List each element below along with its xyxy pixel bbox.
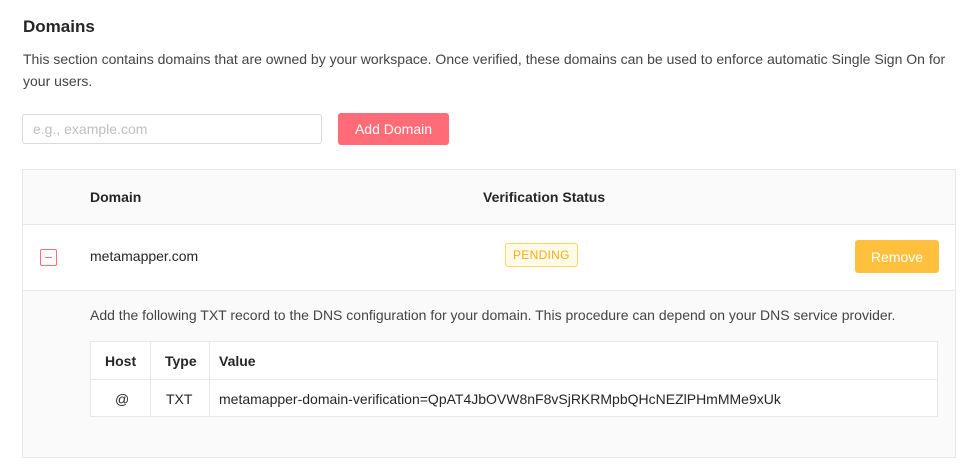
- column-divider: [209, 342, 210, 379]
- column-header-type: Type: [165, 353, 197, 369]
- column-divider: [150, 380, 151, 416]
- domains-table-header: Domain Verification Status: [23, 170, 955, 225]
- add-domain-button[interactable]: Add Domain: [338, 113, 449, 145]
- domains-table: Domain Verification Status metamapper.co…: [22, 169, 956, 458]
- expanded-row-details: Add the following TXT record to the DNS …: [23, 291, 955, 457]
- status-badge: PENDING: [505, 243, 578, 267]
- record-host: @: [115, 391, 130, 407]
- column-divider: [209, 380, 210, 416]
- dns-record-row: @ TXT metamapper-domain-verification=QpA…: [91, 380, 937, 416]
- dns-record-table: Host Type Value @ TXT metamapper-domain-…: [90, 341, 938, 417]
- record-type: TXT: [166, 391, 193, 407]
- table-row: metamapper.com PENDING Remove: [23, 225, 955, 291]
- remove-button[interactable]: Remove: [855, 240, 939, 273]
- column-header-host: Host: [105, 353, 137, 369]
- record-value[interactable]: metamapper-domain-verification=QpAT4JbOV…: [219, 391, 781, 407]
- domain-name: metamapper.com: [90, 248, 199, 264]
- column-header-value: Value: [219, 353, 256, 369]
- minus-square-icon[interactable]: [40, 249, 57, 266]
- domain-input[interactable]: [22, 114, 322, 144]
- section-title: Domains: [23, 17, 95, 36]
- dns-record-table-header: Host Type Value: [91, 342, 937, 380]
- column-divider: [150, 342, 151, 379]
- section-description: This section contains domains that are o…: [23, 51, 946, 89]
- dns-instructions: Add the following TXT record to the DNS …: [90, 307, 896, 323]
- column-header-domain: Domain: [90, 189, 142, 205]
- column-header-verification-status: Verification Status: [483, 189, 606, 205]
